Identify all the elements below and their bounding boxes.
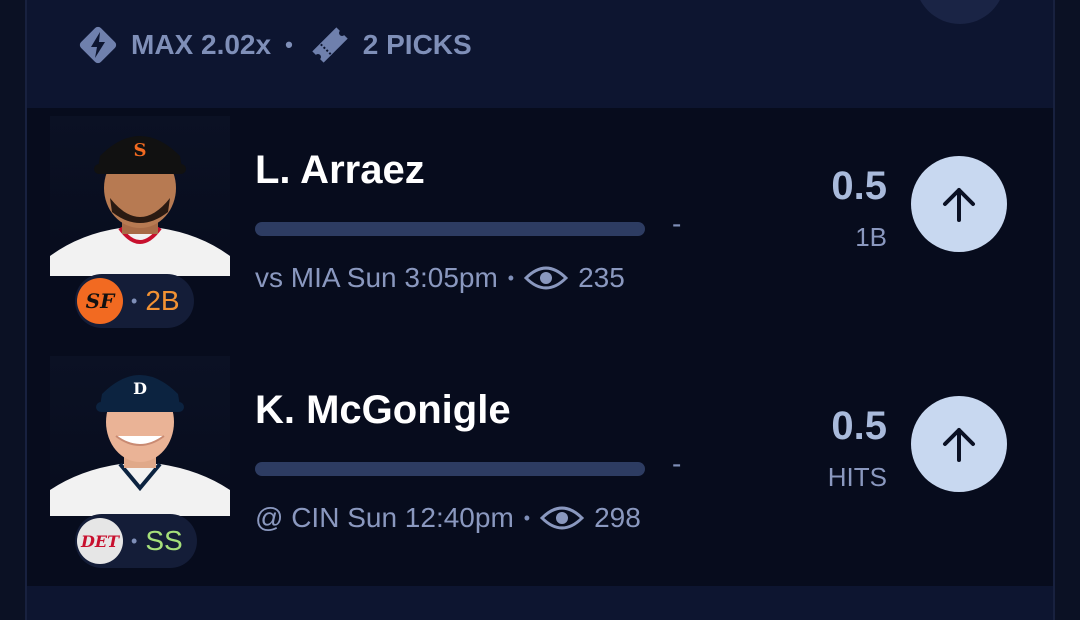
eye-icon (540, 504, 585, 532)
team-position-chip: SF • 2B (75, 274, 194, 328)
matchup-text: @ CIN Sun 12:40pm (255, 502, 514, 533)
player-position: SS (145, 525, 183, 556)
team-position-chip: DET • SS (75, 514, 197, 568)
chip-separator: • (131, 290, 138, 311)
progress-value: - (672, 448, 682, 479)
team-logo: SF (77, 278, 123, 324)
view-count: 298 (594, 502, 641, 533)
progress-value: - (672, 208, 682, 239)
multiplier-label: MAX 2.02x (131, 29, 272, 60)
higher-button[interactable] (911, 156, 1007, 252)
projection-line: 0.5 (831, 404, 887, 448)
svg-text:D: D (133, 379, 147, 398)
projection-line: 0.5 (831, 164, 887, 208)
player-headshot: D (50, 356, 230, 516)
matchup-text: vs MIA Sun 3:05pm (255, 262, 498, 293)
higher-button[interactable] (911, 396, 1007, 492)
stat-type: HITS (827, 462, 887, 492)
player-headshot: S (50, 116, 230, 276)
pick-row[interactable]: D DET • SS K. McGonigle - @ CIN Sun 12:4… (27, 348, 1053, 588)
header-separator: • (285, 32, 293, 57)
view-count: 235 (578, 262, 625, 293)
stat-type: 1B (855, 222, 887, 252)
progress-bar (255, 222, 645, 236)
arrow-up-icon (943, 188, 975, 222)
chip-separator: • (131, 530, 138, 551)
picks-label: 2 PICKS (362, 29, 472, 60)
progress-bar (255, 462, 645, 476)
entry-header: MAX 2.02x • 2 PICKS (75, 22, 472, 68)
game-info: vs MIA Sun 3:05pm • 235 (255, 262, 625, 294)
game-info: @ CIN Sun 12:40pm • 298 (255, 502, 641, 534)
meta-separator: • (507, 267, 515, 288)
pick-row[interactable]: S SF • 2B L. Arraez - vs MIA Sun 3:05pm … (27, 108, 1053, 348)
eye-icon (524, 264, 569, 292)
arrow-up-icon (943, 428, 975, 462)
meta-separator: • (523, 507, 531, 528)
lightning-diamond-icon (75, 22, 121, 68)
picks-list: S SF • 2B L. Arraez - vs MIA Sun 3:05pm … (27, 108, 1053, 586)
player-position: 2B (145, 285, 180, 316)
svg-text:S: S (134, 140, 147, 161)
player-name: L. Arraez (255, 148, 425, 192)
player-name: K. McGonigle (255, 388, 511, 432)
ticket-icon (307, 22, 353, 68)
team-logo: DET (77, 518, 123, 564)
